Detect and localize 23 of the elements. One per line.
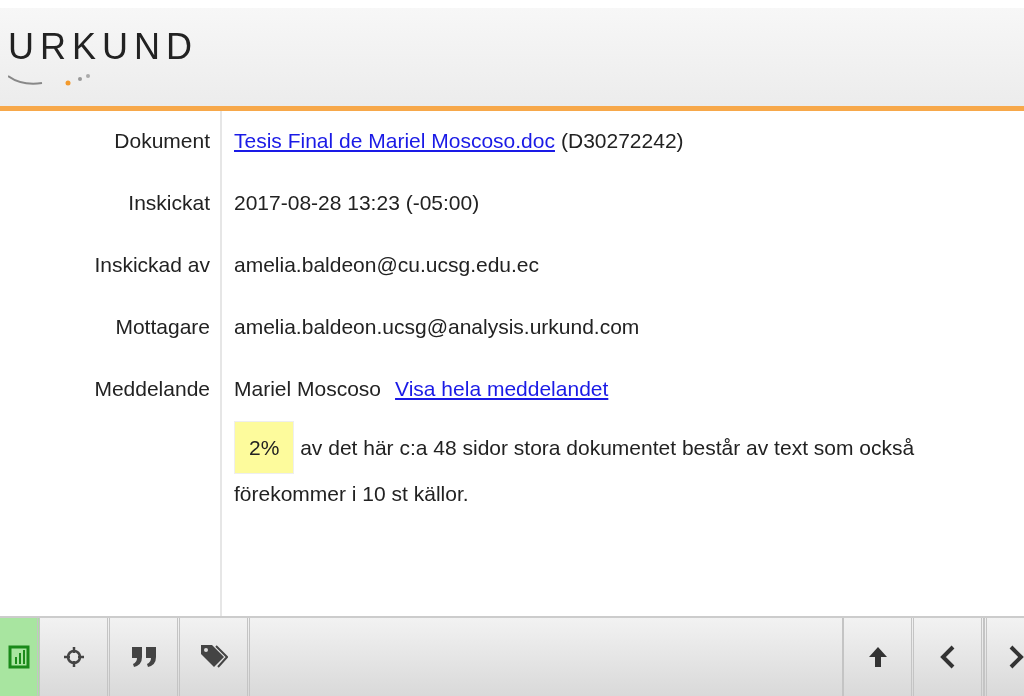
up-arrow-icon (866, 645, 889, 669)
field-label: Mottagare (115, 315, 210, 339)
percent-badge: 2% (234, 421, 295, 474)
logo-text: URKUND (8, 26, 198, 68)
field-value: 2017-08-28 13:23 (-05:00) (234, 191, 480, 215)
chevron-right-icon (1008, 645, 1024, 669)
bar-chart-icon (7, 645, 30, 669)
show-message-link[interactable]: Visa hela meddelandet (395, 377, 609, 401)
document-link[interactable]: Tesis Final de Mariel Moscoso.doc (234, 129, 555, 153)
next-button[interactable] (984, 618, 1024, 696)
field-label: Meddelande (94, 377, 210, 401)
crosshair-icon (62, 646, 85, 668)
chevron-left-icon (939, 645, 956, 669)
field-label: Inskickad av (94, 253, 210, 277)
field-value: amelia.baldeon@cu.ucsg.edu.ec (234, 253, 539, 277)
quote-icon (130, 646, 157, 668)
field-value: amelia.baldeon.ucsg@analysis.urkund.com (234, 315, 640, 339)
field-label: Inskickat (128, 191, 210, 215)
tag-icon (199, 644, 228, 670)
field-value: Mariel Moscoso (234, 377, 382, 401)
chart-button[interactable] (0, 618, 40, 696)
document-id: (D30272242) (560, 129, 684, 153)
field-label: Dokument (114, 129, 210, 153)
